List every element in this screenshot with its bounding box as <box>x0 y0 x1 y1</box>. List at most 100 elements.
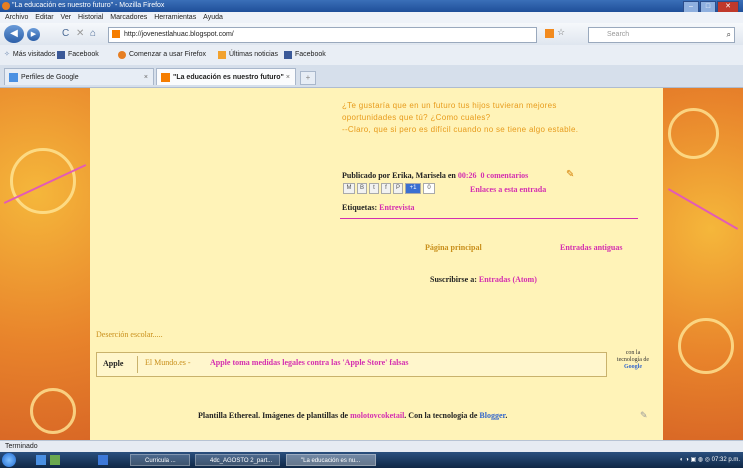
share-buttons: M B t f P +1 0 <box>343 183 435 194</box>
rss-icon <box>218 51 226 59</box>
plusone-button[interactable]: +1 <box>405 183 421 194</box>
bookmark-facebook[interactable]: Facebook <box>57 45 99 65</box>
older-posts-link[interactable]: Entradas antiguas <box>560 243 622 252</box>
search-icon[interactable]: ⌕ <box>727 30 731 40</box>
menu-ver[interactable]: Ver <box>61 14 72 21</box>
rss-icon[interactable] <box>545 29 554 38</box>
blog-share-icon[interactable]: B <box>357 183 367 194</box>
post-line: ¿Te gustaría que en un futuro tus hijos … <box>342 101 557 110</box>
post-time-link[interactable]: 00:26 <box>458 171 477 180</box>
tab-label: "La educación es nuestro futuro" <box>173 74 284 81</box>
system-tray: ◐ ◑ ▣ ◍ ◎ 07:32 p.m. <box>680 454 740 466</box>
badge-line: tecnología de <box>616 357 650 363</box>
taskbar-item-firefox[interactable]: "La educación es nu... <box>286 454 376 466</box>
google-icon <box>9 73 18 82</box>
firefox-icon <box>2 2 10 10</box>
reload-icon[interactable]: C <box>62 28 69 40</box>
bookmark-label: Comenzar a usar Firefox <box>129 51 207 58</box>
feed-source: El Mundo.es - <box>145 358 191 367</box>
bookmark-label: Facebook <box>68 51 99 58</box>
swirl-decoration <box>668 108 719 159</box>
tab-educacion[interactable]: "La educación es nuestro futuro" × <box>156 68 296 85</box>
post-body: ¿Te gustaría que en un futuro tus hijos … <box>342 100 622 136</box>
window-controls: – □ ✕ <box>683 1 739 13</box>
left-decoration <box>0 88 90 440</box>
menu-archivo[interactable]: Archivo <box>5 14 28 21</box>
search-input[interactable]: Search ⌕ <box>588 27 735 43</box>
back-button[interactable]: ◀ <box>4 25 24 43</box>
news-feed-box: Apple El Mundo.es - Apple toma medidas l… <box>96 352 607 377</box>
menu-editar[interactable]: Editar <box>35 14 53 21</box>
clock: 07:32 p.m. <box>711 457 740 463</box>
swirl-decoration <box>10 148 76 214</box>
bookmark-label: Últimas noticias <box>229 51 279 58</box>
menu-herramientas[interactable]: Herramientas <box>154 14 196 21</box>
blogger-link[interactable]: Blogger <box>479 411 505 420</box>
window-titlebar: "La educación es nuestro futuro" - Mozil… <box>0 0 743 13</box>
bookmark-comenzar-firefox[interactable]: Comenzar a usar Firefox <box>118 45 206 65</box>
comments-link[interactable]: 0 comentarios <box>481 171 529 180</box>
tab-strip: Perfiles de Google × "La educación es nu… <box>0 65 743 88</box>
bookmark-ultimas-noticias[interactable]: Últimas noticias <box>218 45 278 65</box>
taskbar: Curricula ... 4dc_AGOSTO 2_part... "La e… <box>0 452 743 468</box>
quicklaunch-icon[interactable] <box>50 455 60 465</box>
template-author-link[interactable]: molotovcoketail <box>350 411 404 420</box>
post-line: oportunidades que tú? ¿Como cuales? <box>342 113 491 122</box>
url-bar[interactable]: http://jovenestlahuac.blogspot.com/ <box>108 27 537 43</box>
start-button[interactable] <box>2 453 16 467</box>
sidebar-post-link[interactable]: Deserción escolar..... <box>96 330 163 339</box>
home-icon[interactable]: ⌂ <box>90 28 96 40</box>
bookmark-star-icon[interactable]: ☆ <box>557 27 565 38</box>
menu-marcadores[interactable]: Marcadores <box>110 14 147 21</box>
feed-keyword: Apple <box>103 359 124 368</box>
plusone-count: 0 <box>423 183 435 194</box>
enlaces-link[interactable]: Enlaces a esta entrada <box>470 185 546 194</box>
navigation-toolbar: ◀ ▶ C ✕ ⌂ http://jovenestlahuac.blogspot… <box>0 23 743 46</box>
bookmark-mas-visitados[interactable]: ✧ Más visitados <box>4 45 55 65</box>
blogger-icon <box>161 73 170 82</box>
post-line: --Claro, que si pero es difícil cuando n… <box>342 125 579 134</box>
forward-button[interactable]: ▶ <box>27 28 40 41</box>
ie-icon[interactable] <box>98 455 108 465</box>
atom-feed-link[interactable]: Entradas (Atom) <box>479 275 537 284</box>
google-powered-badge[interactable]: con la tecnología de Google <box>611 350 655 378</box>
google-logo: Google <box>624 364 642 370</box>
pinterest-share-icon[interactable]: P <box>393 183 403 194</box>
tab-perfiles-google[interactable]: Perfiles de Google × <box>4 68 154 85</box>
edit-wrench-icon[interactable]: ✎ <box>640 410 648 421</box>
bookmark-icon: ✧ <box>4 51 10 58</box>
facebook-share-icon[interactable]: f <box>381 183 391 194</box>
stop-icon[interactable]: ✕ <box>76 28 84 40</box>
twitter-share-icon[interactable]: t <box>369 183 379 194</box>
bookmark-facebook-2[interactable]: Facebook <box>284 45 326 65</box>
edit-pencil-icon[interactable]: ✎ <box>566 170 574 180</box>
tab-close-icon[interactable]: × <box>286 69 290 86</box>
firefox-icon <box>118 51 126 59</box>
new-tab-button[interactable]: + <box>300 71 316 85</box>
tab-close-icon[interactable]: × <box>144 69 148 86</box>
email-share-icon[interactable]: M <box>343 183 355 194</box>
tab-label: Perfiles de Google <box>21 74 79 81</box>
menu-historial[interactable]: Historial <box>78 14 103 21</box>
home-page-link[interactable]: Página principal <box>425 243 482 252</box>
feed-headline-link[interactable]: Apple toma medidas legales contra las 'A… <box>210 358 409 367</box>
footer-text: . <box>505 411 508 420</box>
divider <box>340 218 638 219</box>
blogger-favicon <box>112 30 120 39</box>
blog-main-column: ¿Te gustaría que en un futuro tus hijos … <box>90 88 663 440</box>
label-link[interactable]: Entrevista <box>379 203 414 212</box>
url-text: http://jovenestlahuac.blogspot.com/ <box>124 31 234 38</box>
footer-text: Plantilla Ethereal. Imágenes de plantill… <box>198 411 349 420</box>
menu-ayuda[interactable]: Ayuda <box>203 14 223 21</box>
feed-divider <box>137 356 138 373</box>
taskbar-item-word[interactable]: 4dc_AGOSTO 2_part... <box>195 454 280 466</box>
subscribe-label: Suscribirse a: <box>430 275 477 284</box>
search-placeholder: Search <box>607 31 630 38</box>
swirl-decoration <box>30 388 76 434</box>
badge-line: con la <box>625 350 641 356</box>
page-content: ¿Te gustaría que en un futuro tus hijos … <box>0 88 743 440</box>
post-byline: Publicado por Erika, Marisela en 00:26 0… <box>342 171 528 180</box>
quicklaunch-icon[interactable] <box>36 455 46 465</box>
taskbar-item-curricula[interactable]: Curricula ... <box>130 454 190 466</box>
tray-icons[interactable]: ◐ ◑ ▣ ◍ ◎ <box>680 457 710 463</box>
